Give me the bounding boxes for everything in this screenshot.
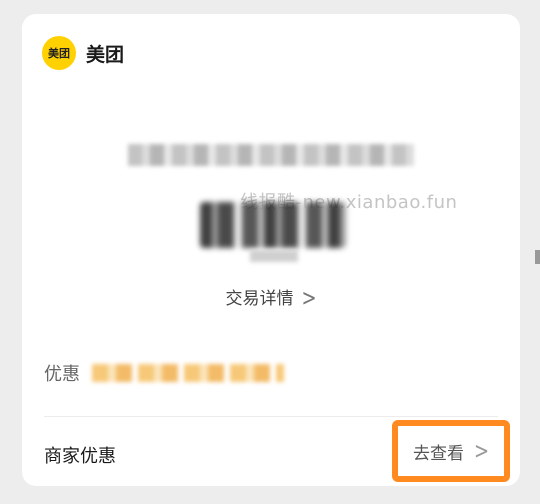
view-merchant-discount-button[interactable]: 去查看 > [392,420,510,482]
scroll-indicator [535,250,540,264]
meituan-logo-icon: 美团 [42,36,76,70]
merchant-discount-label: 商家优惠 [44,446,116,467]
divider [44,416,498,417]
page: 美团 美团 线报酷-new.xianbao.fun 交易详情 > 优惠 商家优惠 … [0,0,540,504]
chevron-right-icon: > [301,284,317,313]
blurred-discount-value [92,364,284,382]
blurred-subtext [250,250,298,262]
merchant-header: 美团 美团 [42,36,124,70]
blurred-description [128,144,414,166]
transaction-detail-link[interactable]: 交易详情 > [22,284,520,313]
discount-label: 优惠 [44,364,80,385]
chevron-right-icon: > [473,437,490,465]
blurred-amount [200,202,346,248]
merchant-name: 美团 [86,43,125,66]
transaction-card: 美团 美团 线报酷-new.xianbao.fun 交易详情 > 优惠 商家优惠 … [22,14,520,486]
transaction-detail-label: 交易详情 [225,289,294,309]
discount-row: 优惠 [44,360,284,386]
view-button-label: 去查看 [412,443,464,464]
